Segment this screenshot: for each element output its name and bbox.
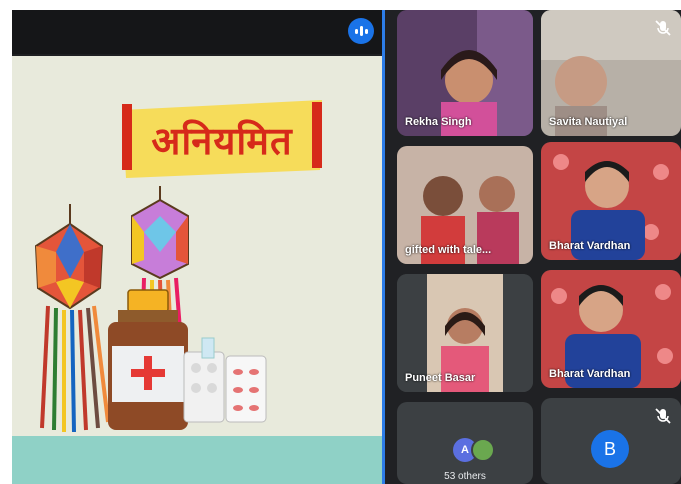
participant-name: Puneet Basar xyxy=(405,372,476,384)
participant-name: Bharat Vardhan xyxy=(549,368,631,380)
participant-name: Bharat Vardhan xyxy=(549,240,631,252)
self-tile[interactable]: B xyxy=(541,398,681,484)
participant-tile[interactable]: gifted with tale... xyxy=(397,146,533,264)
participant-grid: Rekha Singh Savita Nautiyal gifted with … xyxy=(387,10,681,484)
participant-tile[interactable]: Bharat Vardhan xyxy=(541,270,681,388)
others-tile[interactable]: A 53 others xyxy=(397,402,533,484)
presentation-area: अनियमित xyxy=(12,10,384,484)
others-avatar-photo xyxy=(471,438,495,462)
participant-tile[interactable]: Rekha Singh xyxy=(397,10,533,136)
mic-off-icon xyxy=(653,406,673,426)
shared-slide: अनियमित xyxy=(12,56,382,484)
meet-screen: अनियमित Rekha Singh Savita Nautiyal gift… xyxy=(12,10,681,484)
participant-name: gifted with tale... xyxy=(405,244,492,256)
presentation-top-bar xyxy=(12,10,384,54)
others-count-label: 53 others xyxy=(444,471,486,482)
self-avatar: B xyxy=(591,430,629,468)
mic-off-icon xyxy=(653,18,673,38)
participant-tile[interactable]: Savita Nautiyal xyxy=(541,10,681,136)
participant-name: Savita Nautiyal xyxy=(549,116,628,128)
presentation-highlight-border xyxy=(382,10,385,484)
audio-indicator-icon xyxy=(348,18,374,44)
participant-tile[interactable]: Puneet Basar xyxy=(397,274,533,392)
participant-name: Rekha Singh xyxy=(405,116,472,128)
participant-tile[interactable]: Bharat Vardhan xyxy=(541,142,681,260)
diwali-medicine-illustration xyxy=(34,186,267,433)
